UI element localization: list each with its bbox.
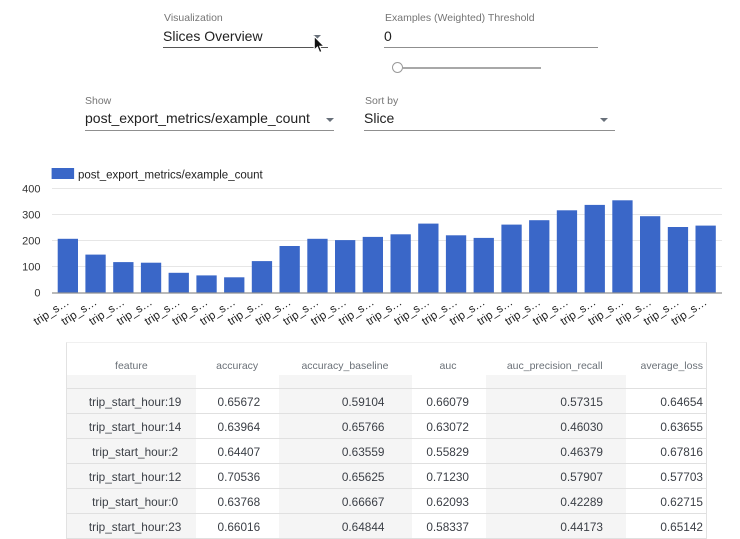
svg-text:400: 400 (22, 184, 40, 196)
svg-text:post_export_metrics/example_co: post_export_metrics/example_count (78, 170, 264, 182)
svg-text:200: 200 (22, 236, 40, 248)
svg-text:0: 0 (34, 288, 40, 300)
svg-text:300: 300 (22, 210, 40, 222)
svg-text:100: 100 (22, 262, 40, 274)
